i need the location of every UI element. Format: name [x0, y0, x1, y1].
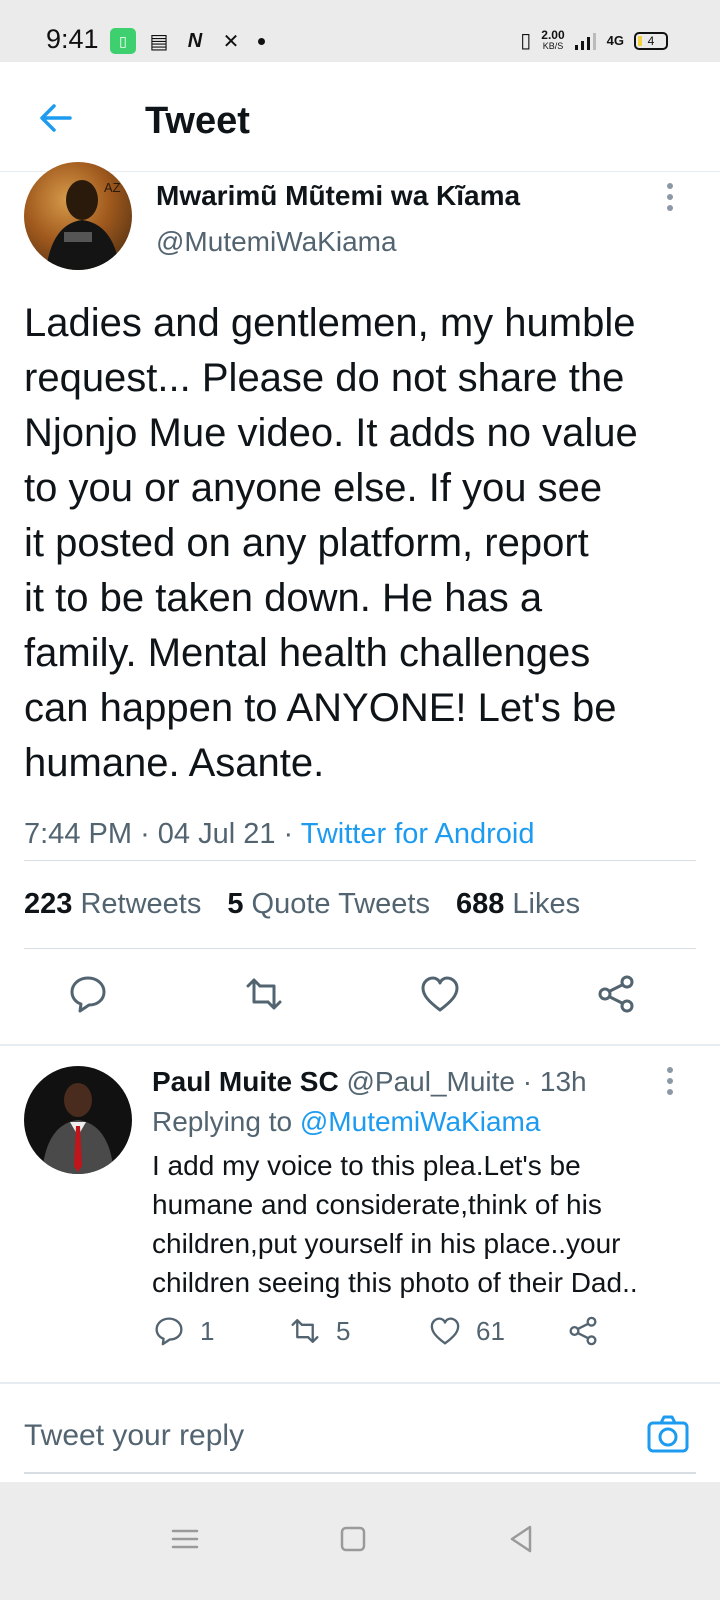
app-notification-icon: ▯ — [110, 28, 136, 54]
retweets-stat[interactable]: 223 Retweets — [24, 888, 201, 921]
home-square-icon[interactable] — [336, 1522, 370, 1556]
replying-prefix: Replying to — [152, 1106, 293, 1137]
retweet-count: 5 — [336, 1315, 351, 1346]
section-separator — [0, 1044, 720, 1046]
replying-to-mention[interactable]: @MutemiWaKiama — [300, 1106, 541, 1137]
reply-share-action[interactable] — [566, 1314, 600, 1348]
tweet-reply-input[interactable] — [24, 1416, 604, 1456]
reply-header: Paul Muite SC @Paul_Muite · 13h — [152, 1066, 587, 1098]
reply-like-action[interactable]: 61 — [428, 1314, 505, 1348]
likes-stat[interactable]: 688 Likes — [456, 888, 580, 921]
reply-author-name[interactable]: Paul Muite SC — [152, 1066, 339, 1097]
reply-icon — [155, 1317, 183, 1346]
divider — [24, 948, 696, 949]
n-notification-icon: N — [187, 29, 203, 52]
tweet-source-link[interactable]: Twitter for Android — [301, 818, 535, 850]
reply-composer — [24, 1400, 696, 1474]
divider — [24, 860, 696, 861]
more-options-icon[interactable] — [662, 182, 678, 214]
author-avatar[interactable]: AZ — [24, 162, 132, 270]
reply-icon[interactable] — [66, 972, 110, 1016]
section-separator — [0, 1382, 720, 1384]
svg-text:AZ: AZ — [104, 180, 121, 195]
signal-icon — [574, 32, 596, 50]
reply-age: 13h — [539, 1066, 587, 1097]
tweet-actions — [0, 972, 720, 1044]
status-bar: 9:41 ▯ ▤ N ✕ ▯ 2.00 KB/S 4G 4 — [0, 0, 720, 62]
like-heart-icon — [430, 1317, 460, 1345]
tweet-text: Ladies and gentlemen, my humble request.… — [24, 301, 638, 785]
reply-retweet-action[interactable]: 5 — [288, 1314, 350, 1348]
reply-text: I add my voice to this plea.Let's be hum… — [152, 1150, 638, 1298]
network-type: 4G — [606, 33, 624, 48]
vibrate-icon: ▯ — [520, 30, 532, 52]
app-header: Tweet — [0, 62, 720, 172]
reply-author-handle[interactable]: @Paul_Muite — [346, 1066, 515, 1097]
news-notification-icon: ▤ — [149, 30, 169, 53]
retweet-icon[interactable] — [242, 972, 286, 1016]
author-handle[interactable]: @MutemiWaKiama — [156, 226, 397, 258]
tweet-stats: 223 Retweets 5 Quote Tweets 688 Likes — [24, 888, 606, 921]
battery-icon: 4 — [634, 31, 668, 50]
like-heart-icon[interactable] — [418, 972, 462, 1016]
share-icon — [569, 1316, 597, 1346]
tweet-metadata: 7:44 PM · 04 Jul 21 · Twitter for Androi… — [24, 818, 534, 851]
reply-count: 1 — [200, 1315, 215, 1346]
system-icons: ▯ 2.00 KB/S 4G 4 — [520, 28, 668, 53]
back-triangle-icon[interactable] — [504, 1522, 538, 1556]
replying-to: Replying to @MutemiWaKiama — [152, 1106, 540, 1138]
like-count: 61 — [476, 1315, 505, 1346]
camera-icon[interactable] — [646, 1412, 690, 1456]
page-title: Tweet — [145, 100, 250, 142]
meta-separator: · — [522, 1066, 540, 1097]
quote-tweets-stat[interactable]: 5 Quote Tweets — [227, 888, 430, 921]
share-icon[interactable] — [594, 972, 638, 1016]
meta-separator: · — [283, 818, 301, 850]
avatar-photo: AZ — [46, 180, 121, 270]
reply-more-options-icon[interactable] — [662, 1066, 678, 1098]
tweet-time: 7:44 PM — [24, 818, 132, 850]
reply-author-avatar[interactable] — [24, 1066, 132, 1174]
menu-icon[interactable] — [168, 1522, 202, 1556]
status-time: 9:41 — [46, 24, 99, 54]
reply-avatar-photo — [42, 1083, 114, 1174]
reply-reply-action[interactable]: 1 — [152, 1314, 214, 1348]
tweet-date: 04 Jul 21 — [157, 818, 276, 850]
meta-separator: · — [140, 818, 158, 850]
retweet-icon — [291, 1319, 319, 1343]
back-arrow-icon[interactable] — [36, 98, 76, 138]
network-speed: 2.00 KB/S — [541, 27, 565, 51]
more-notifications-dot — [258, 37, 265, 45]
reply-actions: 1 5 61 — [152, 1314, 692, 1358]
tools-notification-icon: ✕ — [222, 30, 240, 53]
system-navigation-bar — [0, 1482, 720, 1600]
author-name[interactable]: Mwarimũ Mũtemi wa Kĩama — [156, 180, 520, 212]
notification-icons: ▯ ▤ N ✕ — [110, 28, 265, 54]
